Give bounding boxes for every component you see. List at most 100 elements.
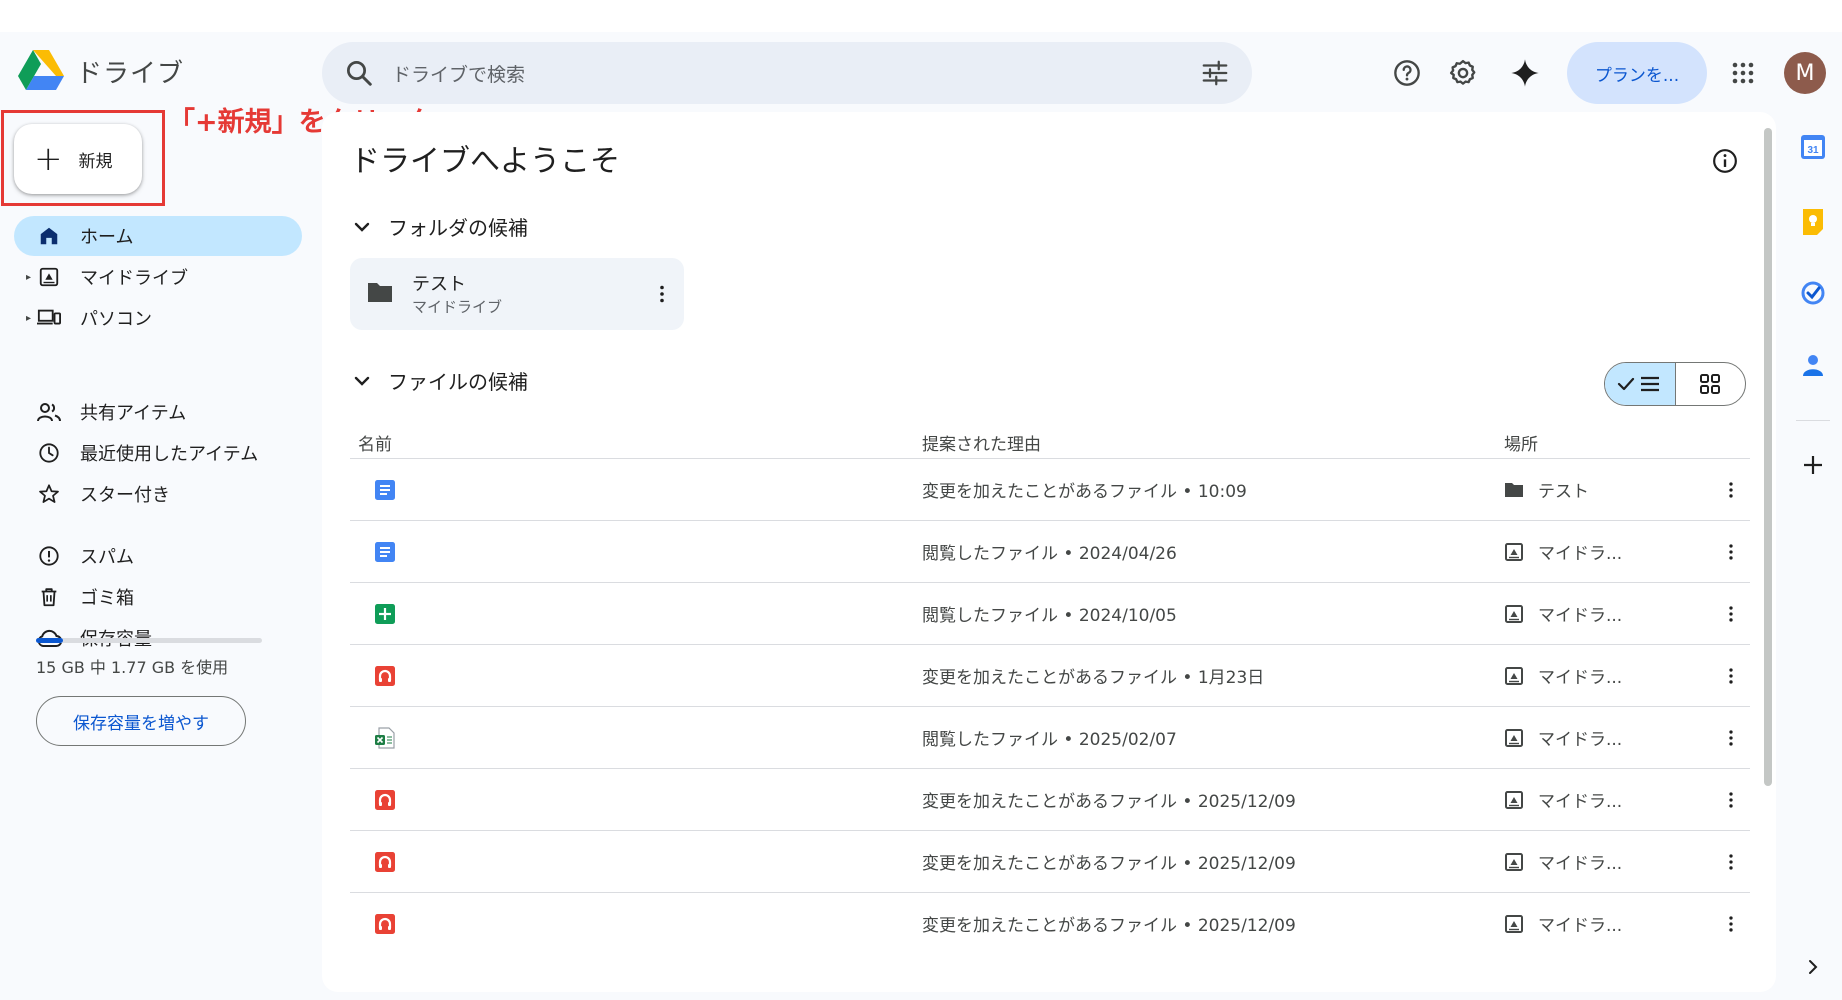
audio-file-icon [374, 789, 396, 811]
help-icon[interactable] [1390, 56, 1424, 90]
table-row[interactable]: 変更を加えたことがあるファイル • 2025/12/09 マイドラ... [350, 768, 1750, 830]
my-drive-icon [1504, 604, 1524, 624]
spam-icon [36, 543, 62, 569]
plan-button[interactable]: プランを... [1567, 42, 1707, 104]
keep-icon[interactable] [1798, 206, 1828, 236]
info-icon[interactable] [1712, 148, 1738, 174]
folder-card[interactable]: テスト マイドライブ [350, 258, 684, 330]
row-location[interactable]: マイドラ... [1538, 725, 1622, 750]
more-vert-icon[interactable] [1720, 665, 1742, 687]
row-reason: 閲覧したファイル • 2024/10/05 [922, 606, 1177, 626]
sidebar-item-my-drive[interactable]: ▸ マイドライブ [14, 257, 302, 297]
calendar-icon[interactable]: 31 [1798, 132, 1828, 162]
expand-caret-icon[interactable]: ▸ [26, 313, 31, 324]
sidebar-item-spam[interactable]: スパム [14, 536, 302, 576]
sidebar-item-label: パソコン [80, 309, 152, 330]
row-reason: 閲覧したファイル • 2025/02/07 [922, 730, 1177, 750]
row-location[interactable]: マイドラ... [1538, 601, 1622, 626]
storage-progress-bar [36, 638, 262, 643]
table-row[interactable]: 変更を加えたことがあるファイル • 2025/12/09 マイドラ... [350, 830, 1750, 892]
shared-icon [36, 399, 62, 425]
table-row[interactable]: 閲覧したファイル • 2025/02/07 マイドラ... [350, 706, 1750, 768]
table-row[interactable]: 変更を加えたことがあるファイル • 2025/12/09 マイドラ... [350, 892, 1750, 954]
search-icon[interactable] [344, 58, 374, 88]
sidebar-item-starred[interactable]: スター付き [14, 474, 302, 514]
scrollbar[interactable] [1764, 128, 1772, 786]
grid-view-button[interactable] [1676, 363, 1746, 405]
more-vert-icon[interactable] [1720, 851, 1742, 873]
sidebar-item-trash[interactable]: ゴミ箱 [14, 577, 302, 617]
docs-file-icon [374, 541, 396, 563]
apps-grid-icon[interactable] [1726, 56, 1760, 90]
get-more-storage-button[interactable]: 保存容量を増やす [36, 696, 246, 746]
my-drive-icon [1504, 728, 1524, 748]
chevron-down-icon[interactable] [350, 369, 374, 393]
row-reason: 変更を加えたことがあるファイル • 2025/12/09 [922, 792, 1296, 812]
folders-section-header[interactable]: フォルダの候補 [350, 212, 528, 241]
row-location[interactable]: マイドラ... [1538, 849, 1622, 874]
sidebar-item-label: ホーム [80, 227, 134, 248]
sidebar-item-label: ゴミ箱 [80, 588, 134, 609]
sidebar-item-recent[interactable]: 最近使用したアイテム [14, 433, 302, 473]
tune-icon[interactable] [1200, 58, 1230, 88]
table-row[interactable]: 変更を加えたことがあるファイル • 1月23日 マイドラ... [350, 644, 1750, 706]
my-drive-icon [1504, 852, 1524, 872]
add-icon[interactable] [1798, 450, 1828, 480]
expand-caret-icon[interactable]: ▸ [26, 272, 31, 283]
sidebar-item-label: スター付き [80, 485, 170, 506]
folder-icon [368, 283, 392, 302]
storage-progress-fill [36, 638, 63, 643]
more-vert-icon[interactable] [650, 282, 674, 306]
files-section-header[interactable]: ファイルの候補 [350, 366, 528, 395]
row-location[interactable]: マイドラ... [1538, 539, 1622, 564]
my-drive-icon [36, 264, 62, 290]
search-input[interactable]: ドライブで検索 [392, 60, 1200, 87]
search-bar[interactable]: ドライブで検索 [322, 42, 1252, 104]
chevron-down-icon[interactable] [350, 215, 374, 239]
row-location[interactable]: マイドラ... [1538, 663, 1622, 688]
contacts-icon[interactable] [1798, 350, 1828, 380]
recent-icon [36, 440, 62, 466]
list-view-button[interactable] [1605, 363, 1676, 405]
table-row[interactable]: 閲覧したファイル • 2024/10/05 マイドラ... [350, 582, 1750, 644]
audio-file-icon [374, 665, 396, 687]
grid-view-icon [1700, 374, 1721, 394]
sidebar-item-label: 最近使用したアイテム [80, 444, 259, 465]
more-vert-icon[interactable] [1720, 789, 1742, 811]
gemini-sparkle-icon[interactable] [1508, 56, 1542, 90]
files-section-title: ファイルの候補 [388, 370, 528, 394]
my-drive-icon [1504, 790, 1524, 810]
column-header-name[interactable]: 名前 [358, 430, 392, 455]
sheets-file-icon [374, 603, 396, 625]
drive-logo-icon [18, 50, 64, 90]
row-reason: 変更を加えたことがあるファイル • 2025/12/09 [922, 916, 1296, 936]
sidebar-item-computers[interactable]: ▸ パソコン [14, 298, 302, 338]
row-location[interactable]: マイドラ... [1538, 911, 1622, 936]
settings-icon[interactable] [1446, 56, 1480, 90]
tasks-icon[interactable] [1798, 278, 1828, 308]
drive-logo[interactable]: ドライブ [18, 50, 184, 92]
row-location[interactable]: マイドラ... [1538, 787, 1622, 812]
sidebar-item-shared[interactable]: 共有アイテム [14, 392, 302, 432]
sidebar-item-label: 共有アイテム [80, 403, 187, 424]
view-toggle[interactable] [1604, 362, 1746, 406]
more-vert-icon[interactable] [1720, 913, 1742, 935]
folder-name: テスト [412, 274, 466, 295]
row-reason: 変更を加えたことがあるファイル • 1月23日 [922, 668, 1265, 688]
row-reason: 変更を加えたことがあるファイル • 2025/12/09 [922, 854, 1296, 874]
excel-file-icon [374, 727, 396, 749]
avatar[interactable]: M [1784, 52, 1826, 94]
table-row[interactable]: 閲覧したファイル • 2024/04/26 マイドラ... [350, 520, 1750, 582]
sidebar-item-home[interactable]: ホーム [14, 216, 302, 256]
storage-usage-text: 15 GB 中 1.77 GB を使用 [36, 658, 229, 677]
more-vert-icon[interactable] [1720, 479, 1742, 501]
audio-file-icon [374, 913, 396, 935]
my-drive-icon [1504, 666, 1524, 686]
more-vert-icon[interactable] [1720, 603, 1742, 625]
more-vert-icon[interactable] [1720, 727, 1742, 749]
more-vert-icon[interactable] [1720, 541, 1742, 563]
row-location[interactable]: テスト [1538, 477, 1589, 502]
column-header-location: 場所 [1504, 435, 1538, 455]
table-row[interactable]: 変更を加えたことがあるファイル • 10:09 テスト [350, 458, 1750, 520]
chevron-right-icon[interactable] [1798, 952, 1828, 982]
